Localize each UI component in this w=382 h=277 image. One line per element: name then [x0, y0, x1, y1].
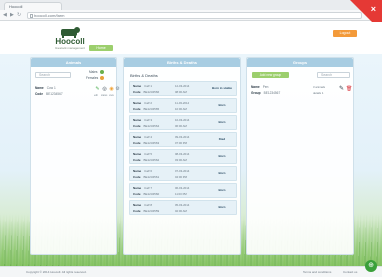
list-item[interactable]: Name Calf 2 Code BE1234565 11-03-2014 10:0… [129, 98, 237, 113]
trash-icon[interactable]: 🗑 [346, 86, 352, 93]
url-field[interactable]: hoocoll.com/farm [27, 12, 362, 19]
address-bar: ◀ ▶ ↻ hoocoll.com/farm [0, 10, 382, 21]
list-item[interactable]: Name Calf 1 Code BE1234566 12-03-2014 08:0… [129, 81, 237, 96]
add-group-button[interactable]: Add new group [252, 72, 289, 78]
list-item[interactable]: Name Calf 6 Code BE1234561 07-03-2014 04:0… [129, 166, 237, 181]
back-icon[interactable]: ◀ [3, 12, 7, 18]
logout-button[interactable]: Logout [333, 30, 357, 37]
url-text: hoocoll.com/farm [34, 13, 65, 18]
target-icon[interactable]: ◎ [101, 86, 108, 93]
panel-title: Groups [247, 58, 353, 67]
search-input[interactable]: Search [35, 72, 71, 78]
group-meta: 3 animals [313, 85, 325, 89]
floating-action-button[interactable]: ⊕ [365, 260, 377, 272]
app-header: Hoocoll livestock management Home Logout [0, 22, 382, 56]
list-item[interactable]: Name Calf 4 Code BE1234563 09-03-2014 07:0… [129, 132, 237, 147]
record-status: Born [218, 154, 226, 158]
filter-females[interactable]: Females [86, 76, 105, 81]
filter-label: Males [89, 70, 98, 74]
contact-link[interactable]: Contact us [343, 270, 357, 274]
home-button[interactable]: Home [89, 45, 113, 51]
section-subtitle: Births & Deaths [130, 73, 158, 78]
record-status: Born [218, 188, 226, 192]
record-status: Born [218, 120, 226, 124]
filter-males[interactable]: Males [89, 70, 104, 75]
record-status: Born [218, 205, 226, 209]
logo-tagline: livestock management [55, 46, 85, 50]
action-caption: view [109, 94, 114, 97]
record-status: Born in stable [211, 86, 232, 90]
action-caption: status [101, 94, 108, 97]
filter-label: Females [86, 76, 99, 80]
animal-name: Name Cow 1 [35, 86, 56, 90]
close-icon: × [370, 4, 376, 14]
panel-title: Births & Deaths [124, 58, 240, 67]
list-item[interactable]: Name Calf 3 Code BE1234564 10-03-2014 06:0… [129, 115, 237, 130]
logo-text[interactable]: Hoocoll [50, 37, 90, 46]
panel-title: Animals [31, 58, 116, 67]
browser-tab[interactable]: Hoocoll [4, 2, 62, 10]
copyright-text: Copyright © 2014 Hoocoll. All rights res… [26, 270, 87, 274]
forward-icon[interactable]: ▶ [10, 12, 14, 18]
search-input[interactable]: Search [317, 72, 350, 78]
pencil-icon[interactable]: ✎ [94, 86, 101, 93]
orange-dot-icon [100, 76, 105, 81]
green-dot-icon [99, 70, 104, 75]
list-item[interactable]: Name Calf 5 Code BE1234562 08-03-2014 03:0… [129, 149, 237, 164]
pencil-icon[interactable]: ✎ [339, 86, 344, 93]
groups-panel: Groups Add new group Search Name Pen Grou… [246, 57, 354, 255]
action-caption: edit [94, 94, 98, 97]
gear-icon[interactable]: ⚙ [114, 86, 121, 93]
births-deaths-panel: Births & Deaths Births & Deaths Name Calf… [123, 57, 241, 255]
record-status: Born [218, 171, 226, 175]
animal-code: Code BE1234567 [35, 92, 63, 96]
reload-icon[interactable]: ↻ [17, 12, 21, 18]
page-icon [30, 14, 33, 18]
footer: Copyright © 2014 Hoocoll. All rights res… [0, 266, 382, 277]
record-status: Died [218, 137, 226, 141]
animals-panel: Animals Search Males Females Name Cow 1 C… [30, 57, 120, 255]
group-name: Name Pen [251, 85, 269, 89]
group-code: Group BE1234567 [251, 91, 281, 95]
browser-tab-strip: Hoocoll [0, 0, 382, 10]
terms-link[interactable]: Terms and conditions [303, 270, 331, 274]
list-item[interactable]: Name Calf 7 Code BE1234560 06-03-2014 11:0… [129, 183, 237, 198]
group-meta: details 1 [313, 91, 324, 95]
record-status: Born [218, 103, 226, 107]
list-item[interactable]: Name Calf 8 Code BE1234559 05-03-2014 02:0… [129, 200, 237, 215]
